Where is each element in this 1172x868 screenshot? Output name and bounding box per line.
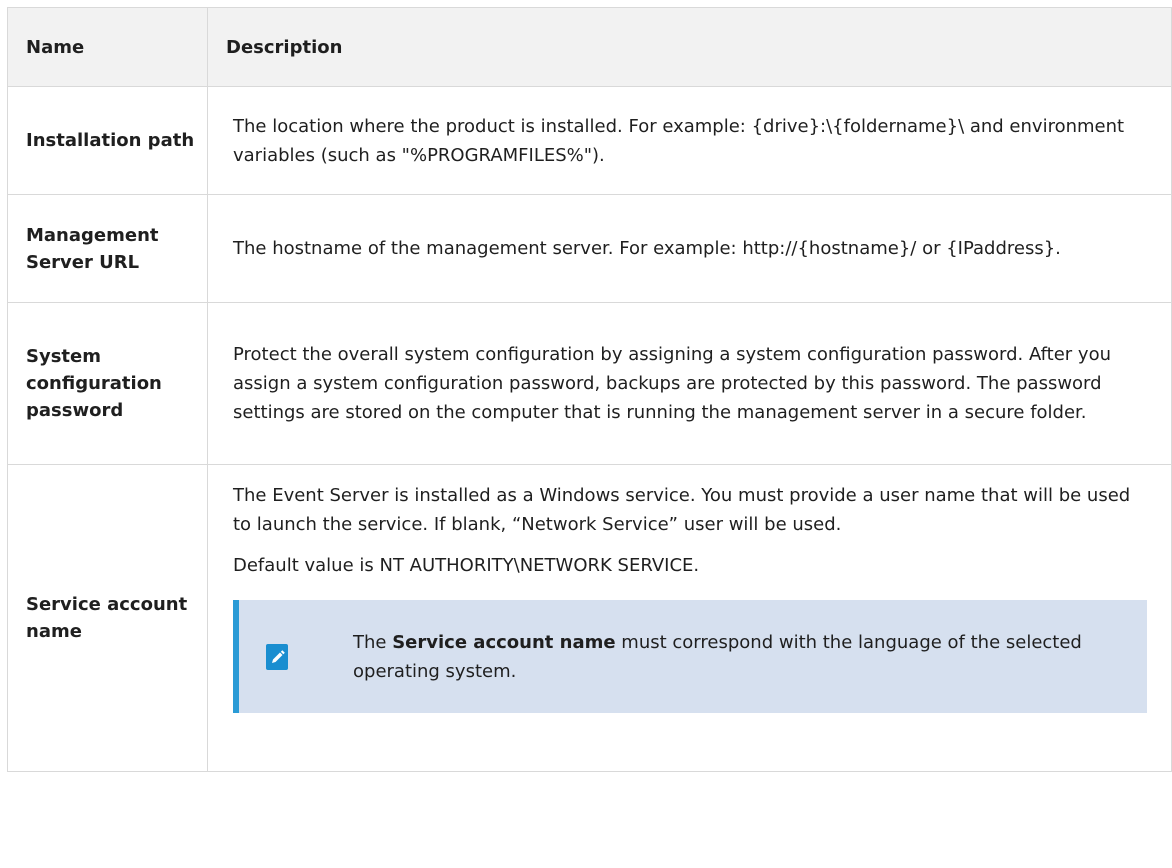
row-name: Service account name [7,464,208,772]
row-name: System configuration password [7,302,208,465]
note-text: The Service account name must correspond… [315,628,1147,686]
description-text: Protect the overall system configuration… [233,344,1112,423]
description-text: The location where the product is instal… [233,115,1125,166]
header-name: Name [7,7,208,87]
table-row: System configuration password Protect th… [7,302,1172,465]
header-description: Description [207,7,1172,87]
note-box: The Service account name must correspond… [233,600,1147,713]
table-row: Management Server URL The hostname of th… [7,194,1172,303]
row-description: Protect the overall system configuration… [207,302,1172,465]
note-text-before: The [353,631,393,653]
table-row: Service account name The Event Server is… [7,464,1172,772]
note-text-bold: Service account name [392,631,616,653]
row-description: The Event Server is installed as a Windo… [207,464,1172,772]
description-text: The Event Server is installed as a Windo… [233,485,1131,535]
parameters-table: Name Description Installation path The l… [7,7,1172,772]
row-name: Management Server URL [7,194,208,303]
pencil-icon [239,643,315,670]
table-header-row: Name Description [7,7,1172,87]
row-description: The location where the product is instal… [207,86,1172,195]
description-text: The hostname of the management server. F… [233,238,1061,259]
table-row: Installation path The location where the… [7,86,1172,195]
default-value-text: Default value is NT AUTHORITY\NETWORK SE… [233,555,700,576]
row-description: The hostname of the management server. F… [207,194,1172,303]
row-name: Installation path [7,86,208,195]
